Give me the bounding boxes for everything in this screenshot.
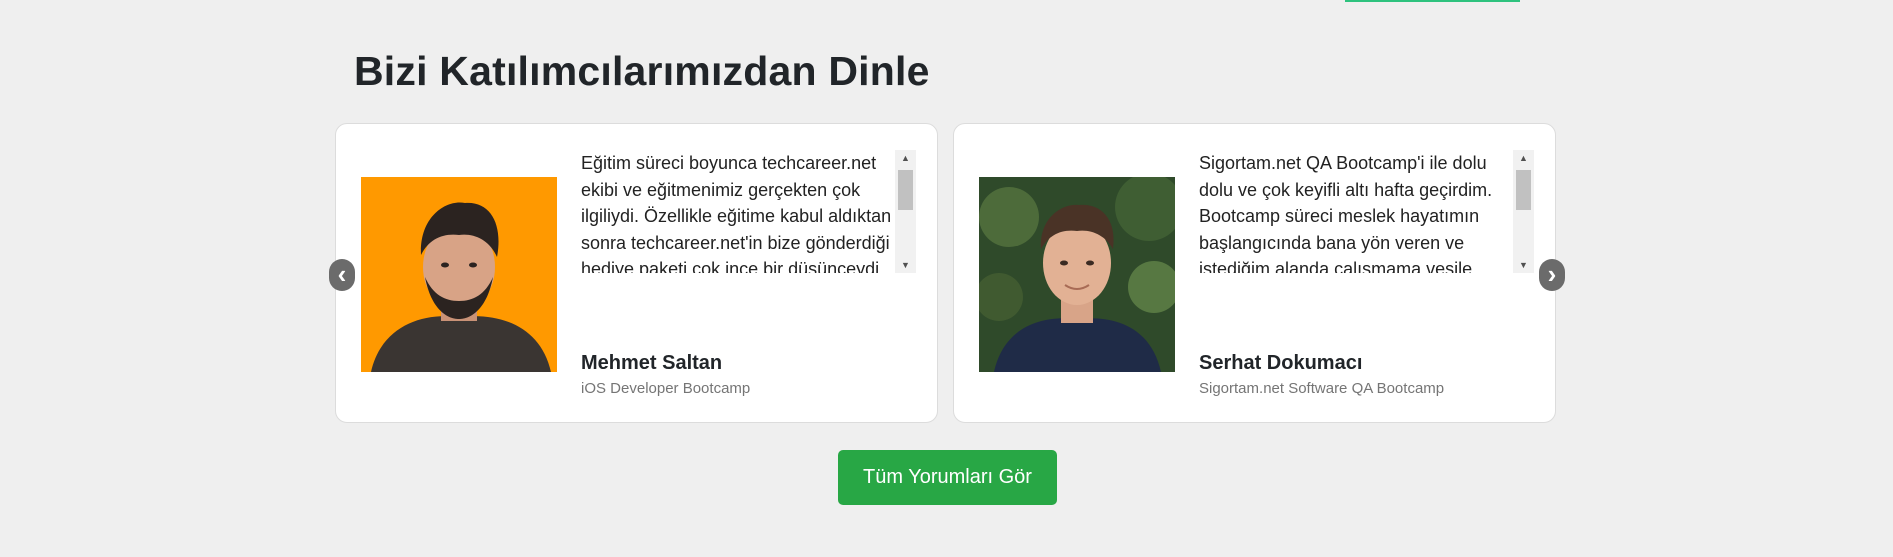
carousel-next-button[interactable]: › xyxy=(1539,259,1565,291)
scroll-up-icon[interactable]: ▲ xyxy=(895,150,916,166)
testimonial-quote: Eğitim süreci boyunca techcareer.net eki… xyxy=(581,153,892,273)
scroll-thumb[interactable] xyxy=(1516,170,1531,210)
participant-program: iOS Developer Bootcamp xyxy=(581,380,751,397)
scroll-thumb[interactable] xyxy=(898,170,913,210)
quote-scrollbar[interactable]: ▲ ▼ xyxy=(1513,150,1534,273)
participant-name: Mehmet Saltan xyxy=(581,352,723,374)
scroll-down-icon[interactable]: ▼ xyxy=(1513,257,1534,273)
carousel-prev-button[interactable]: ‹ xyxy=(329,259,355,291)
section-title: Bizi Katılımcılarımızdan Dinle xyxy=(354,48,930,94)
participant-program: Sigortam.net Software QA Bootcamp xyxy=(1199,380,1445,397)
quote-scroll-area[interactable]: Sigortam.net QA Bootcamp'i ile dolu dolu… xyxy=(1199,150,1534,273)
quote-scroll-area[interactable]: Eğitim süreci boyunca techcareer.net eki… xyxy=(581,150,916,273)
participant-photo xyxy=(979,177,1175,372)
quote-scrollbar[interactable]: ▲ ▼ xyxy=(895,150,916,273)
testimonial-card: Eğitim süreci boyunca techcareer.net eki… xyxy=(335,123,938,423)
scroll-up-icon[interactable]: ▲ xyxy=(1513,150,1534,166)
testimonial-quote: Sigortam.net QA Bootcamp'i ile dolu dolu… xyxy=(1199,153,1493,273)
participant-photo xyxy=(361,177,557,372)
participant-name: Serhat Dokumacı xyxy=(1199,352,1363,374)
top-accent-line xyxy=(1345,0,1520,2)
testimonial-card: Sigortam.net QA Bootcamp'i ile dolu dolu… xyxy=(953,123,1556,423)
all-reviews-button[interactable]: Tüm Yorumları Gör xyxy=(838,450,1057,505)
scroll-down-icon[interactable]: ▼ xyxy=(895,257,916,273)
